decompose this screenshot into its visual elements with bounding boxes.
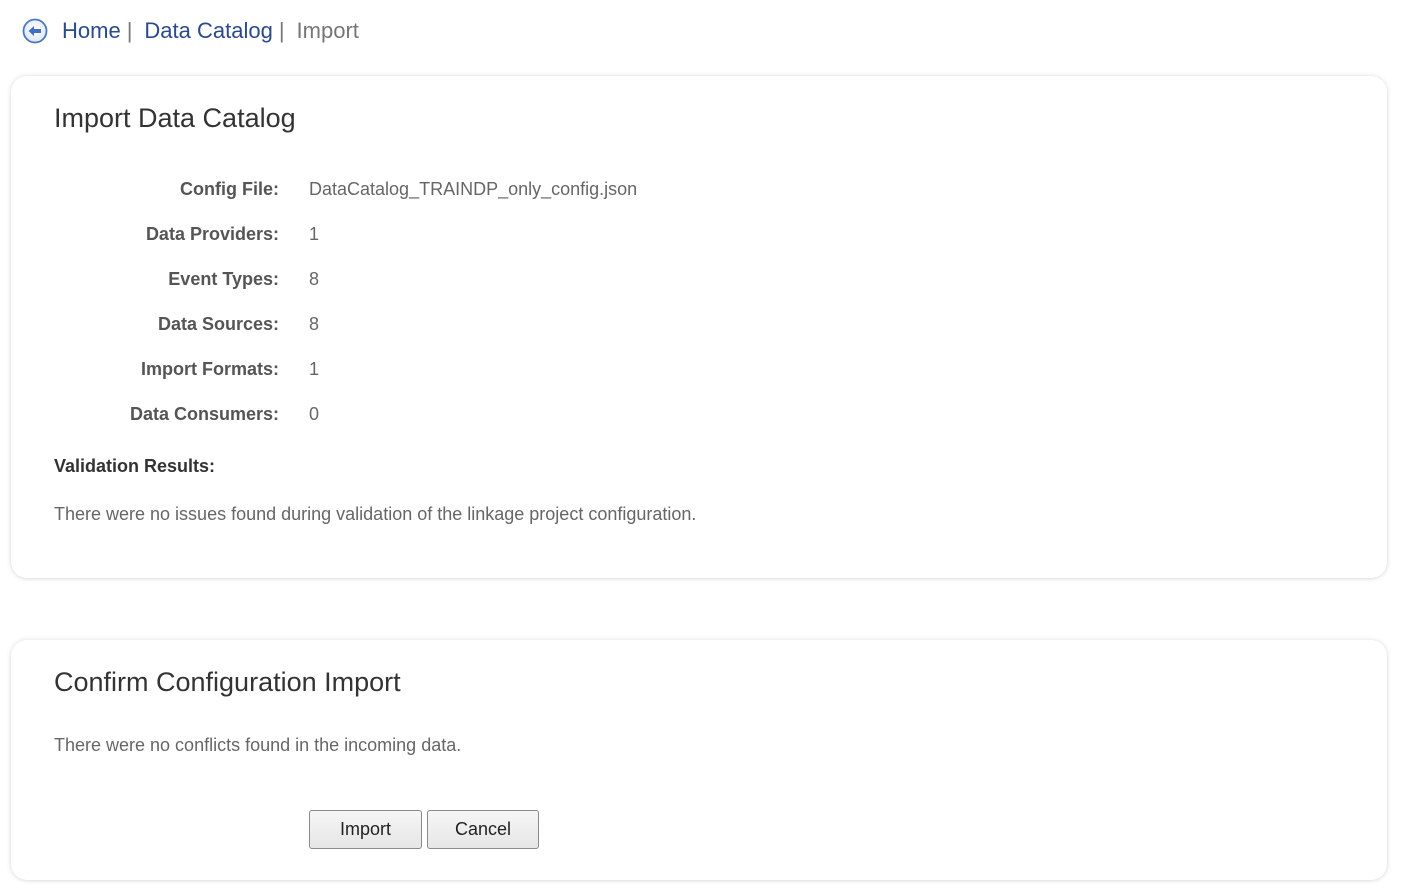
breadcrumb-data-catalog-link[interactable]: Data Catalog xyxy=(144,18,272,44)
cancel-button[interactable]: Cancel xyxy=(427,810,539,849)
import-data-catalog-panel: Import Data Catalog Config File: DataCat… xyxy=(11,76,1387,578)
validation-results-heading: Validation Results: xyxy=(54,456,216,476)
summary-label: Data Sources: xyxy=(157,314,279,334)
summary-value: 0 xyxy=(309,404,320,424)
summary-value: 1 xyxy=(309,359,320,379)
confirm-configuration-import-panel: Confirm Configuration Import There were … xyxy=(11,640,1387,880)
summary-value: DataCatalog_TRAINDP_only_config.json xyxy=(309,179,638,199)
breadcrumb-home-link[interactable]: Home xyxy=(62,18,121,44)
breadcrumb-separator: | xyxy=(126,18,133,43)
summary-value: 8 xyxy=(309,314,320,334)
summary-label: Config File: xyxy=(180,179,279,199)
import-button[interactable]: Import xyxy=(309,810,422,849)
summary-label: Data Providers: xyxy=(145,224,279,244)
validation-results-text: There were no issues found during valida… xyxy=(54,504,697,524)
panel-title: Confirm Configuration Import xyxy=(54,667,401,697)
summary-row-data-consumers: Data Consumers: 0 xyxy=(11,404,911,449)
summary-value: 1 xyxy=(309,224,320,244)
summary-label: Import Formats: xyxy=(140,359,279,379)
back-arrow-icon[interactable] xyxy=(22,18,48,44)
summary-row-event-types: Event Types: 8 xyxy=(11,269,911,314)
summary-value: 8 xyxy=(309,269,320,289)
summary-row-data-providers: Data Providers: 1 xyxy=(11,224,911,269)
conflicts-message: There were no conflicts found in the inc… xyxy=(54,735,462,755)
summary-label: Data Consumers: xyxy=(129,404,279,424)
breadcrumb-separator: | xyxy=(278,18,285,43)
summary-row-import-formats: Import Formats: 1 xyxy=(11,359,911,404)
summary-row-data-sources: Data Sources: 8 xyxy=(11,314,911,359)
breadcrumb: Home | Data Catalog | Import xyxy=(22,16,359,46)
summary-row-config-file: Config File: DataCatalog_TRAINDP_only_co… xyxy=(11,179,911,224)
breadcrumb-current: Import xyxy=(296,18,359,43)
summary-label: Event Types: xyxy=(168,269,279,289)
panel-title: Import Data Catalog xyxy=(54,103,296,133)
import-summary: Config File: DataCatalog_TRAINDP_only_co… xyxy=(11,179,911,449)
